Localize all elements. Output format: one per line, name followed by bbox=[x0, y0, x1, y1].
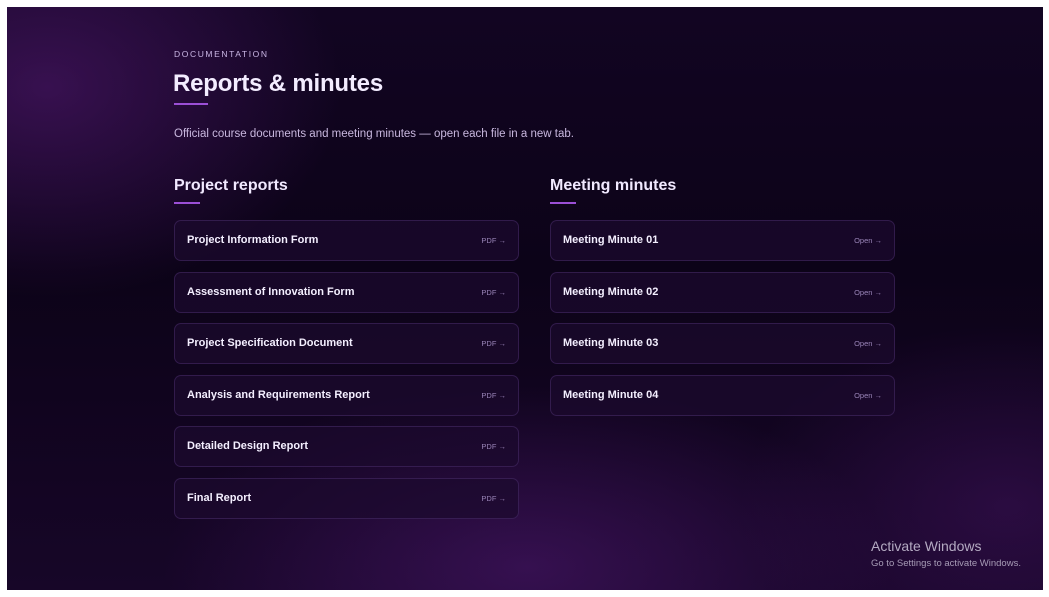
pdf-link[interactable]: PDF → bbox=[481, 339, 506, 348]
pdf-link[interactable]: PDF → bbox=[481, 391, 506, 400]
minute-link-01[interactable]: Meeting Minute 01 Open → bbox=[550, 220, 895, 261]
page-subtitle: Official course documents and meeting mi… bbox=[174, 128, 574, 140]
open-link[interactable]: Open → bbox=[854, 339, 882, 348]
report-label: Analysis and Requirements Report bbox=[187, 388, 370, 401]
project-reports-heading: Project reports bbox=[174, 177, 288, 194]
minute-link-04[interactable]: Meeting Minute 04 Open → bbox=[550, 374, 895, 416]
minute-label: Meeting Minute 03 bbox=[563, 337, 659, 349]
pdf-link[interactable]: PDF → bbox=[481, 442, 506, 451]
page-title: Reports & minutes bbox=[173, 70, 383, 97]
report-label: Assessment of Innovation Form bbox=[187, 285, 355, 298]
open-link[interactable]: Open → bbox=[854, 236, 882, 245]
minute-link-03[interactable]: Meeting Minute 03 Open → bbox=[550, 323, 895, 364]
activation-watermark: Activate Windows Go to Settings to activ… bbox=[871, 538, 1021, 569]
minute-link-02[interactable]: Meeting Minute 02 Open → bbox=[550, 271, 895, 313]
page-background: DOCUMENTATION Reports & minutes Official… bbox=[7, 7, 1043, 590]
report-label: Final Report bbox=[187, 491, 252, 504]
pdf-link[interactable]: PDF → bbox=[481, 288, 506, 297]
minute-label: Meeting Minute 04 bbox=[563, 388, 659, 401]
watermark-title: Activate Windows bbox=[871, 538, 982, 554]
report-link-assessment-of-innovation-form[interactable]: Assessment of Innovation Form PDF → bbox=[174, 271, 519, 313]
watermark-subtitle: Go to Settings to activate Windows. bbox=[871, 558, 1021, 569]
project-reports-list: Project Information Form PDF → Assessmen… bbox=[174, 220, 519, 529]
pdf-link[interactable]: PDF → bbox=[481, 494, 506, 503]
pdf-link[interactable]: PDF → bbox=[481, 236, 506, 245]
meeting-minutes-heading: Meeting minutes bbox=[550, 177, 677, 194]
section-eyebrow: DOCUMENTATION bbox=[174, 49, 269, 59]
report-link-project-information-form[interactable]: Project Information Form PDF → bbox=[174, 220, 519, 261]
minute-label: Meeting Minute 01 bbox=[563, 234, 659, 246]
minute-label: Meeting Minute 02 bbox=[563, 285, 659, 298]
report-link-final-report[interactable]: Final Report PDF → bbox=[174, 477, 519, 519]
report-label: Project Information Form bbox=[187, 234, 319, 246]
open-link[interactable]: Open → bbox=[854, 391, 882, 400]
report-label: Detailed Design Report bbox=[187, 440, 309, 452]
report-link-analysis-and-requirements-report[interactable]: Analysis and Requirements Report PDF → bbox=[174, 374, 519, 416]
open-link[interactable]: Open → bbox=[854, 288, 882, 297]
meeting-minutes-list: Meeting Minute 01 Open → Meeting Minute … bbox=[550, 220, 895, 426]
title-underline bbox=[174, 103, 208, 105]
meeting-minutes-underline bbox=[550, 202, 576, 204]
report-label: Project Specification Document bbox=[187, 337, 353, 349]
project-reports-underline bbox=[174, 202, 200, 204]
report-link-project-specification-document[interactable]: Project Specification Document PDF → bbox=[174, 323, 519, 364]
report-link-detailed-design-report[interactable]: Detailed Design Report PDF → bbox=[174, 426, 519, 467]
